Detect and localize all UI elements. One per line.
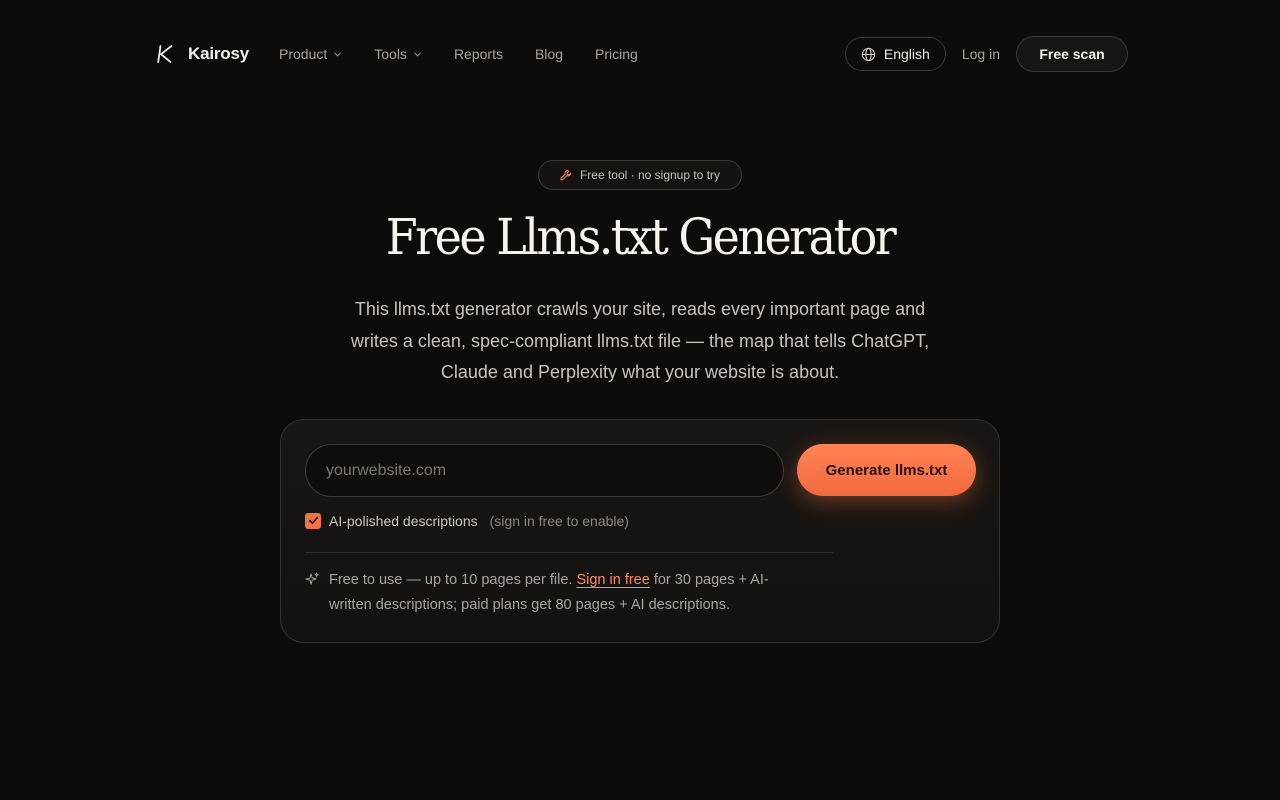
- generate-llms-txt-button[interactable]: Generate llms.txt: [797, 444, 976, 496]
- hero-description: This llms.txt generator crawls your site…: [350, 299, 930, 382]
- wrench-icon: [560, 169, 572, 181]
- logo-text: Kairosy: [188, 44, 249, 63]
- ai-descriptions-option[interactable]: AI-polished descriptions (sign in free t…: [305, 512, 629, 529]
- page-title: Free Llms.txt Generator: [385, 208, 897, 266]
- menu-item-pricing[interactable]: Pricing: [595, 46, 638, 62]
- free-tool-badge: Free tool · no signup to try: [538, 160, 742, 190]
- generator-card: Generate llms.txt AI-polished descriptio…: [280, 419, 1000, 643]
- usage-note-text: Free to use — up to 10 pages per file.: [329, 572, 577, 588]
- main-menu: Product Tools Reports Blog Pricing: [279, 36, 670, 72]
- menu-item-label: Tools: [374, 46, 407, 62]
- language-selector[interactable]: English: [844, 37, 946, 71]
- language-label: English: [883, 46, 930, 62]
- chevron-down-icon: [334, 52, 342, 57]
- free-scan-button[interactable]: Free scan: [1016, 36, 1128, 72]
- sparkle-icon: [305, 572, 319, 585]
- login-link[interactable]: Log in: [962, 46, 1000, 62]
- badge-text: Free tool · no signup to try: [579, 168, 721, 182]
- top-navigation: Kairosy Product Tools Reports Blog Prici…: [157, 36, 1128, 72]
- menu-item-label: Reports: [453, 46, 503, 62]
- website-url-input[interactable]: [305, 444, 784, 497]
- nav-actions: English Log in Free scan: [844, 36, 1128, 72]
- menu-item-product[interactable]: Product: [279, 46, 342, 62]
- menu-item-label: Product: [279, 46, 328, 62]
- usage-note: Free to use — up to 10 pages per file. S…: [329, 568, 809, 618]
- divider: [305, 552, 833, 553]
- sign-in-free-link[interactable]: Sign in free: [576, 572, 649, 588]
- menu-item-blog[interactable]: Blog: [535, 46, 563, 62]
- logo-link[interactable]: Kairosy: [157, 36, 249, 72]
- menu-item-tools[interactable]: Tools: [374, 46, 422, 62]
- chevron-down-icon: [414, 52, 421, 57]
- ai-descriptions-label: AI-polished descriptions: [329, 512, 478, 529]
- checkmark-icon: [308, 516, 318, 525]
- menu-item-label: Pricing: [595, 46, 638, 62]
- ai-descriptions-hint: (sign in free to enable): [489, 512, 629, 529]
- kairosy-logo-icon: [157, 45, 173, 63]
- ai-descriptions-checkbox[interactable]: [305, 512, 321, 529]
- menu-item-label: Blog: [534, 46, 563, 62]
- globe-icon: [861, 47, 875, 61]
- menu-item-reports[interactable]: Reports: [454, 46, 503, 62]
